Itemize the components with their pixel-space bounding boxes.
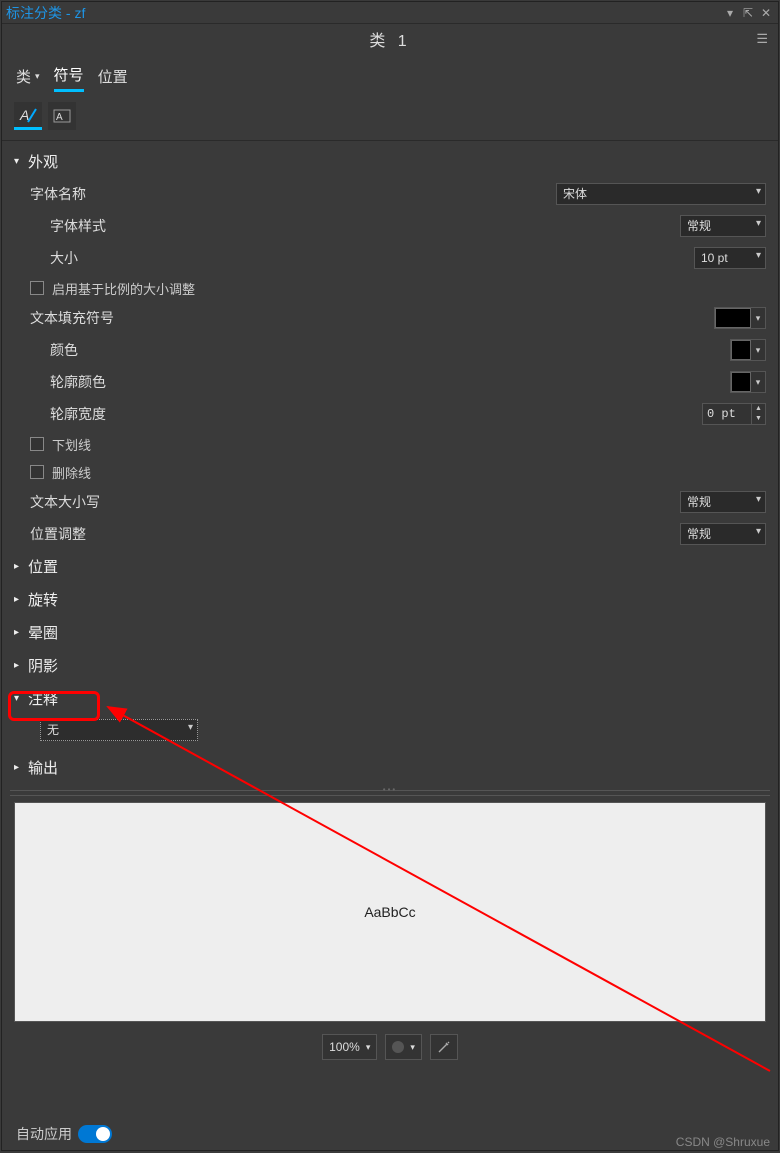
hamburger-icon[interactable]: ☰ [756, 31, 768, 47]
footer: 自动应用 [2, 1120, 778, 1150]
row-pos-adj: 位置调整 常规 [10, 518, 770, 550]
underline-checkbox[interactable] [30, 437, 44, 451]
notes-select[interactable]: 无 [40, 719, 198, 741]
preview-color-button[interactable]: ▾ [385, 1034, 422, 1060]
row-size: 大小 10 pt [10, 242, 770, 274]
section-output[interactable]: ▸输出 [10, 751, 770, 784]
pos-adj-select[interactable]: 常规 [680, 523, 766, 545]
section-appearance[interactable]: ▾外观 [10, 145, 770, 178]
row-outline-color: 轮廓颜色 ▾ [10, 366, 770, 398]
close-icon[interactable]: ✕ [758, 6, 774, 20]
font-name-select[interactable]: 宋体 [556, 183, 766, 205]
preview-text: AaBbCc [364, 904, 415, 920]
titlebar: 标注分类 - zf ▾ ⇱ ✕ [2, 2, 778, 24]
pin-icon[interactable]: ⇱ [740, 6, 756, 20]
auto-apply-toggle[interactable] [78, 1125, 112, 1143]
spin-up-icon[interactable]: ▲ [752, 404, 765, 414]
watermark: CSDN @Shruxue [676, 1135, 770, 1149]
scale-label: 启用基于比例的大小调整 [52, 279, 195, 298]
section-rotation[interactable]: ▸旋转 [10, 583, 770, 616]
window-title: 标注分类 - zf [6, 3, 720, 23]
tab-bar: 类▾ 符号 位置 [2, 54, 778, 98]
row-font-style: 字体样式 常规 [10, 210, 770, 242]
tab-symbol[interactable]: 符号 [54, 64, 84, 92]
font-style-select[interactable]: 常规 [680, 215, 766, 237]
row-text-fill: 文本填充符号 ▾ [10, 302, 770, 334]
size-select[interactable]: 10 pt [694, 247, 766, 269]
notes-select-row: 无 [40, 719, 198, 741]
section-position[interactable]: ▸位置 [10, 550, 770, 583]
row-color: 颜色 ▾ [10, 334, 770, 366]
section-halo[interactable]: ▸晕圈 [10, 616, 770, 649]
spin-down-icon[interactable]: ▼ [752, 414, 765, 424]
wand-icon[interactable] [430, 1034, 458, 1060]
section-shadow[interactable]: ▸阴影 [10, 649, 770, 682]
dropdown-icon[interactable]: ▾ [722, 6, 738, 20]
preview-area: AaBbCc [14, 802, 766, 1022]
class-title: 类 1 [369, 27, 410, 51]
scale-checkbox[interactable] [30, 281, 44, 295]
tab-position[interactable]: 位置 [98, 64, 128, 92]
color-swatch[interactable]: ▾ [730, 339, 766, 361]
row-text-case: 文本大小写 常规 [10, 486, 770, 518]
preview-controls: 100%▾ ▾ [10, 1022, 770, 1068]
row-strike: 删除线 [10, 458, 770, 486]
text-format-icon[interactable]: A [14, 102, 42, 130]
row-underline: 下划线 [10, 430, 770, 458]
chevron-down-icon: ▾ [35, 71, 40, 82]
auto-apply-label: 自动应用 [16, 1124, 72, 1144]
outline-width-input[interactable] [703, 404, 751, 424]
section-notes[interactable]: ▾注释 [10, 682, 770, 715]
row-scale-checkbox: 启用基于比例的大小调整 [10, 274, 770, 302]
mode-buttons: A A [2, 98, 778, 141]
preview-splitter[interactable] [10, 790, 770, 796]
symbol-panel: 标注分类 - zf ▾ ⇱ ✕ 类 1 ☰ 类▾ 符号 位置 A A ▾外观 字… [1, 1, 779, 1151]
zoom-select[interactable]: 100%▾ [322, 1034, 377, 1060]
row-font-name: 字体名称 宋体 [10, 178, 770, 210]
tab-class[interactable]: 类▾ [16, 64, 40, 92]
outline-color-swatch[interactable]: ▾ [730, 371, 766, 393]
properties-body: ▾外观 字体名称 宋体 字体样式 常规 大小 10 pt 启用基于比例的大小调整… [2, 141, 778, 1120]
outline-width-spinner[interactable]: ▲▼ [702, 403, 766, 425]
sub-header: 类 1 ☰ [2, 24, 778, 54]
text-case-select[interactable]: 常规 [680, 491, 766, 513]
strike-checkbox[interactable] [30, 465, 44, 479]
text-fill-swatch[interactable]: ▾ [714, 307, 766, 329]
text-frame-icon[interactable]: A [48, 102, 76, 130]
svg-text:A: A [56, 112, 63, 123]
row-outline-width: 轮廓宽度 ▲▼ [10, 398, 770, 430]
